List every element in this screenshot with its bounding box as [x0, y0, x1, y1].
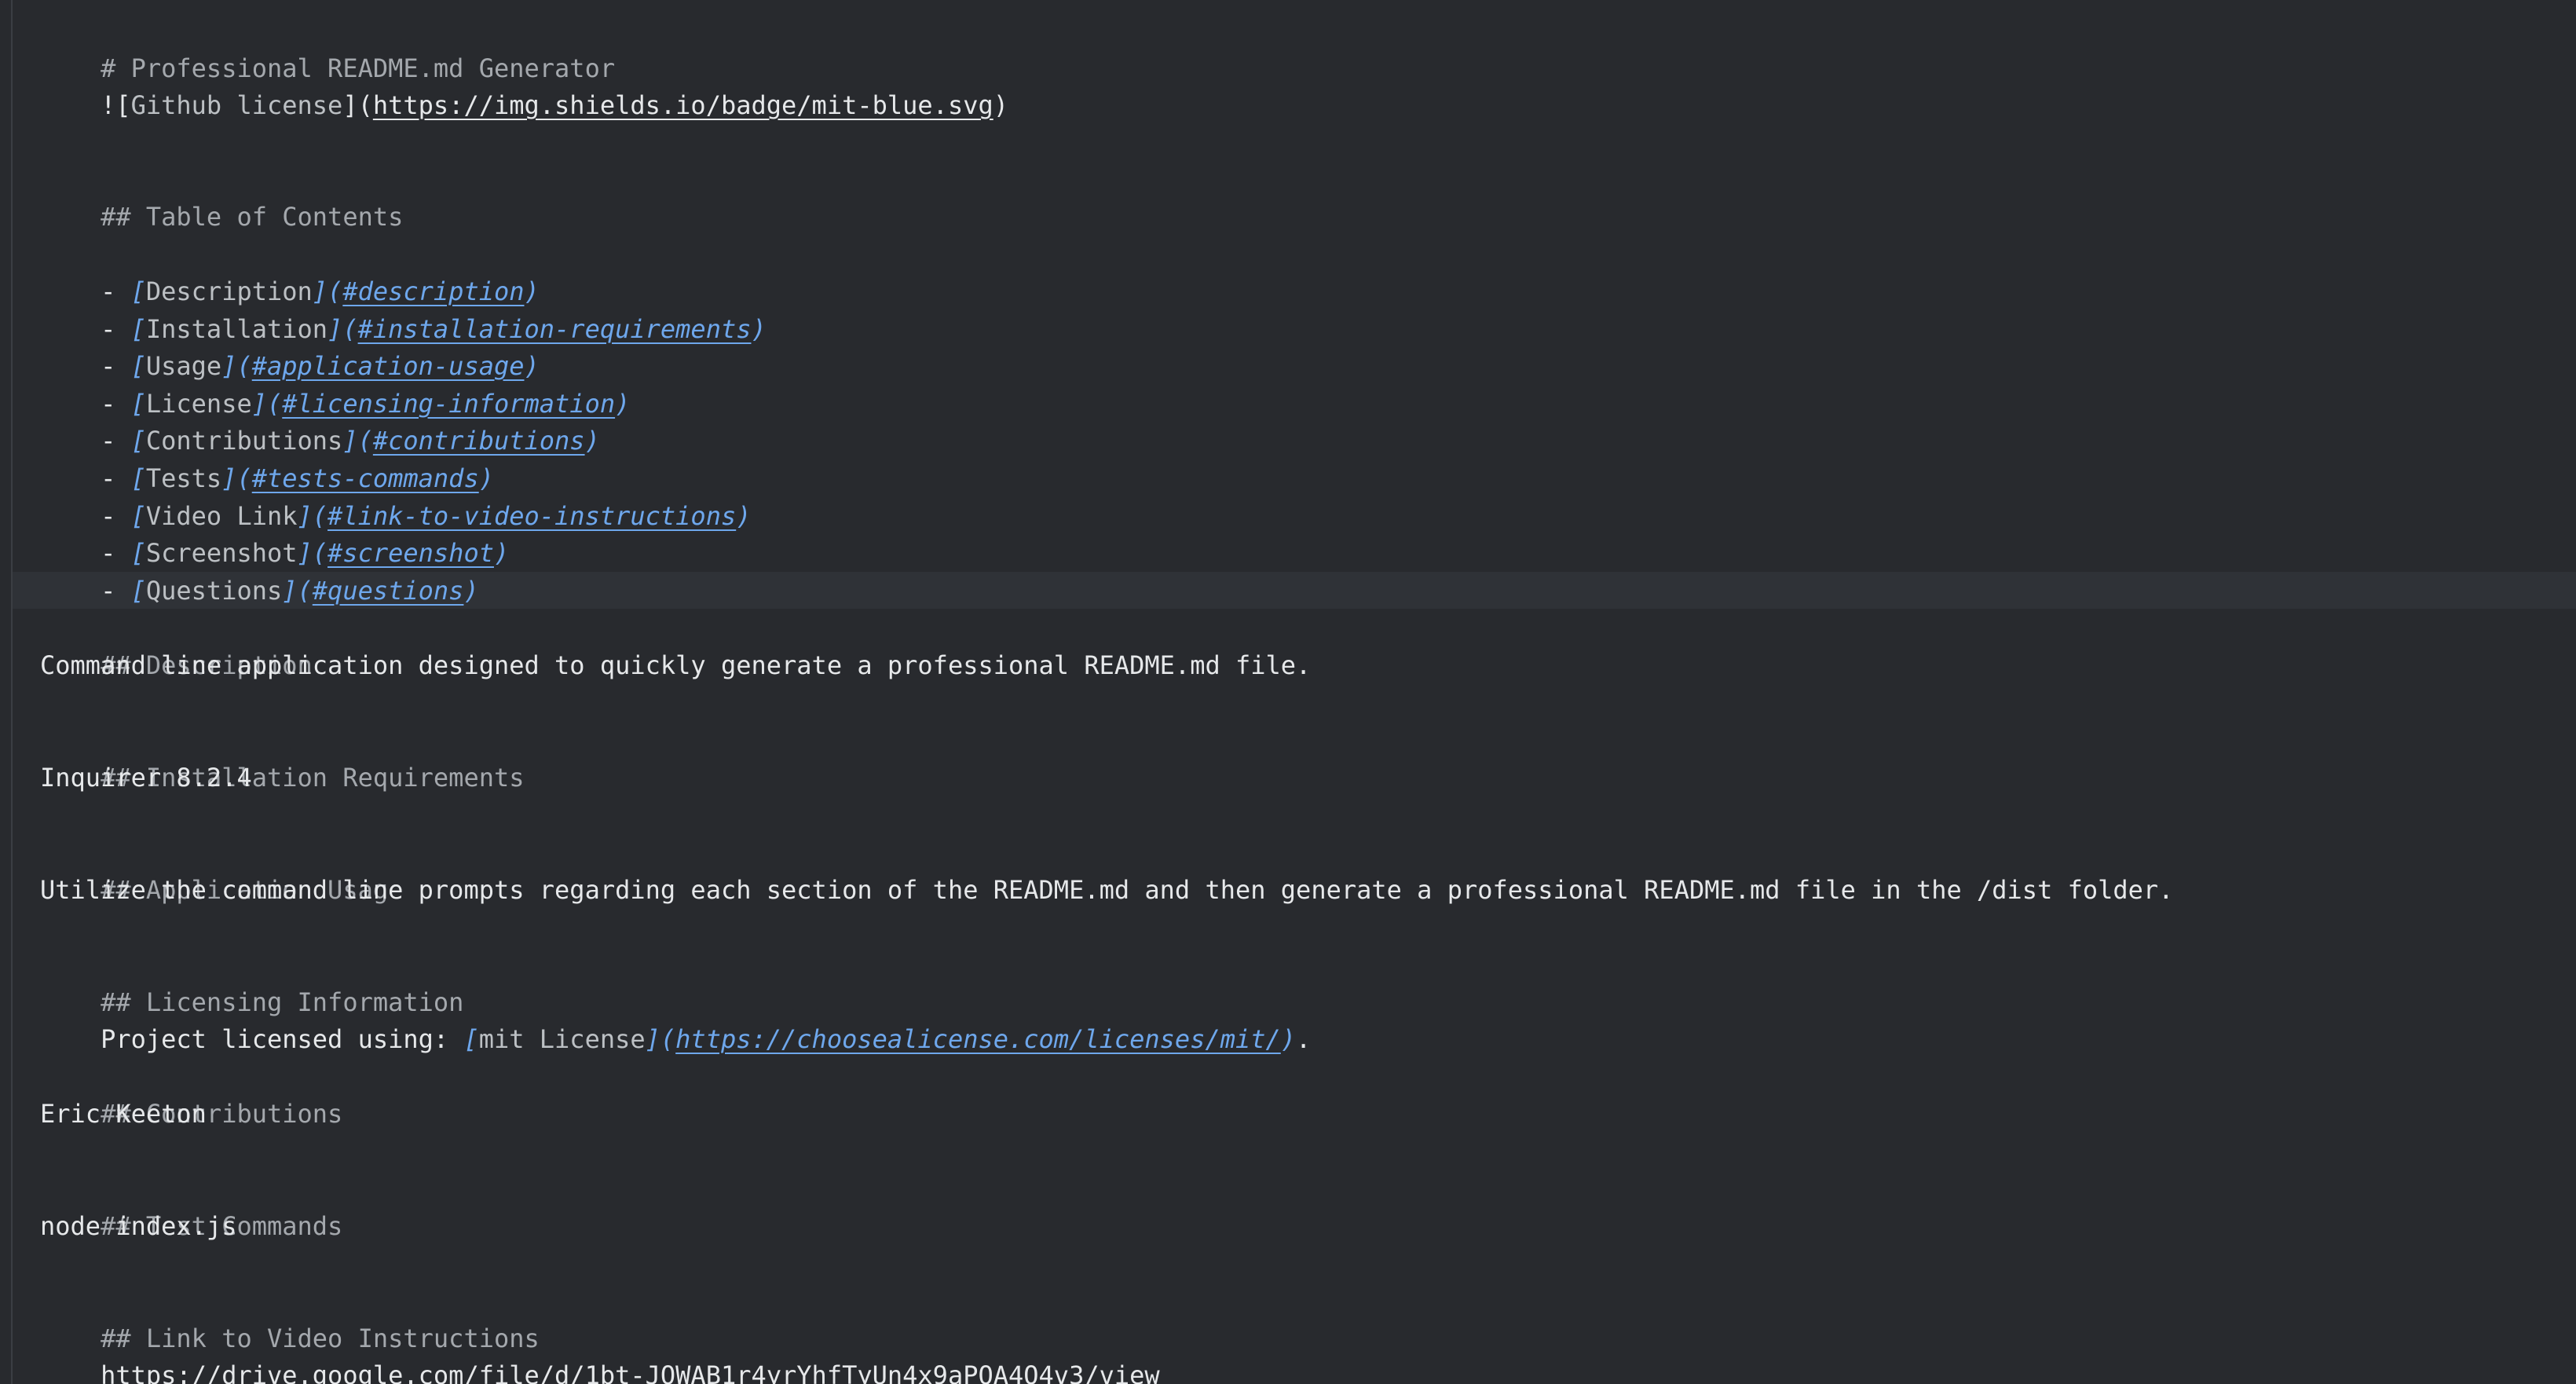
link-bracket-open: [	[130, 576, 146, 606]
link-paren-close: )	[493, 538, 510, 568]
toc-item[interactable]: - [Screenshot](#screenshot)	[40, 496, 509, 568]
heading-marker: ##	[101, 202, 131, 232]
license-suffix: .	[1296, 1024, 1312, 1054]
section-heading-contributions[interactable]: ## Contributions	[40, 1057, 342, 1129]
badge-url-link[interactable]: https://img.shields.io/badge/mit-blue.sv…	[373, 90, 993, 120]
toc-item[interactable]: - [Contributions](#contributions)	[40, 384, 600, 456]
link-bracket-close: ](	[645, 1024, 676, 1054]
link-paren-close: )	[463, 576, 479, 606]
editor-gutter-border	[11, 0, 13, 1384]
image-syntax-mid: ](	[342, 90, 373, 120]
link-bracket-close: ](	[282, 576, 313, 606]
link-paren-close: )	[584, 426, 600, 456]
toc-item[interactable]: - [Video Link](#link-to-video-instructio…	[40, 460, 751, 531]
section-heading-licensing[interactable]: ## Licensing Information	[40, 946, 463, 1017]
toc-heading-text: Table of Contents	[130, 202, 404, 232]
list-dash: -	[101, 576, 131, 606]
section-heading-description[interactable]: ## Description	[40, 609, 313, 680]
section-heading-installation[interactable]: ## Installation Requirements	[40, 721, 524, 793]
link-paren-close: )	[736, 501, 752, 531]
toc-heading[interactable]: ## Table of Contents	[40, 160, 403, 232]
license-prefix: Project licensed using:	[101, 1024, 464, 1054]
toc-item[interactable]: - [Description](#description)	[40, 235, 540, 306]
toc-item-label: Questions	[145, 576, 283, 606]
section-heading-video[interactable]: ## Link to Video Instructions	[40, 1282, 540, 1353]
toc-item[interactable]: - [License](#licensing-information)	[40, 347, 630, 419]
image-syntax-suffix: )	[993, 90, 1008, 120]
installation-body[interactable]: Inquirer 8.2.4	[40, 759, 252, 796]
link-bracket-open: [	[463, 1024, 479, 1054]
section-heading-tests[interactable]: ## Test Commands	[40, 1170, 342, 1241]
license-url-link[interactable]: https://choosealicense.com/licenses/mit/	[675, 1024, 1281, 1054]
description-body[interactable]: Command line application designed to qui…	[40, 646, 1311, 684]
license-body[interactable]: Project licensed using: [mit License](ht…	[40, 983, 1311, 1054]
link-paren-close: )	[615, 389, 631, 419]
badge-line[interactable]: ![Github license](https://img.shields.io…	[40, 49, 1008, 120]
tests-body[interactable]: node index.js	[40, 1207, 236, 1245]
toc-item[interactable]: - [Usage](#application-usage)	[40, 309, 540, 381]
contributions-body[interactable]: Eric Keeton	[40, 1095, 207, 1133]
link-paren-close: )	[751, 314, 767, 344]
markdown-editor[interactable]: # Professional README.md Generator ![Git…	[0, 0, 2576, 1384]
license-label: mit License	[478, 1024, 646, 1054]
video-url-link[interactable]: https://drive.google.com/file/d/1bt-JOWA…	[101, 1360, 1160, 1384]
toc-anchor-link[interactable]: #questions	[313, 576, 464, 606]
section-heading-usage[interactable]: ## Application Usage	[40, 833, 403, 905]
link-paren-close: )	[1280, 1024, 1297, 1054]
toc-item[interactable]: - [Installation](#installation-requireme…	[40, 273, 767, 344]
badge-alt-text: Github license	[130, 90, 343, 120]
toc-item[interactable]: - [Tests](#tests-commands)	[40, 422, 494, 493]
video-body[interactable]: https://drive.google.com/file/d/1bt-JOWA…	[40, 1319, 1160, 1384]
title-line[interactable]: # Professional README.md Generator	[40, 12, 615, 83]
usage-body[interactable]: Utilize the command line prompts regardi…	[40, 871, 2173, 909]
image-syntax-prefix: ![	[101, 90, 131, 120]
toc-item[interactable]: - [Questions](#questions)	[40, 534, 479, 606]
